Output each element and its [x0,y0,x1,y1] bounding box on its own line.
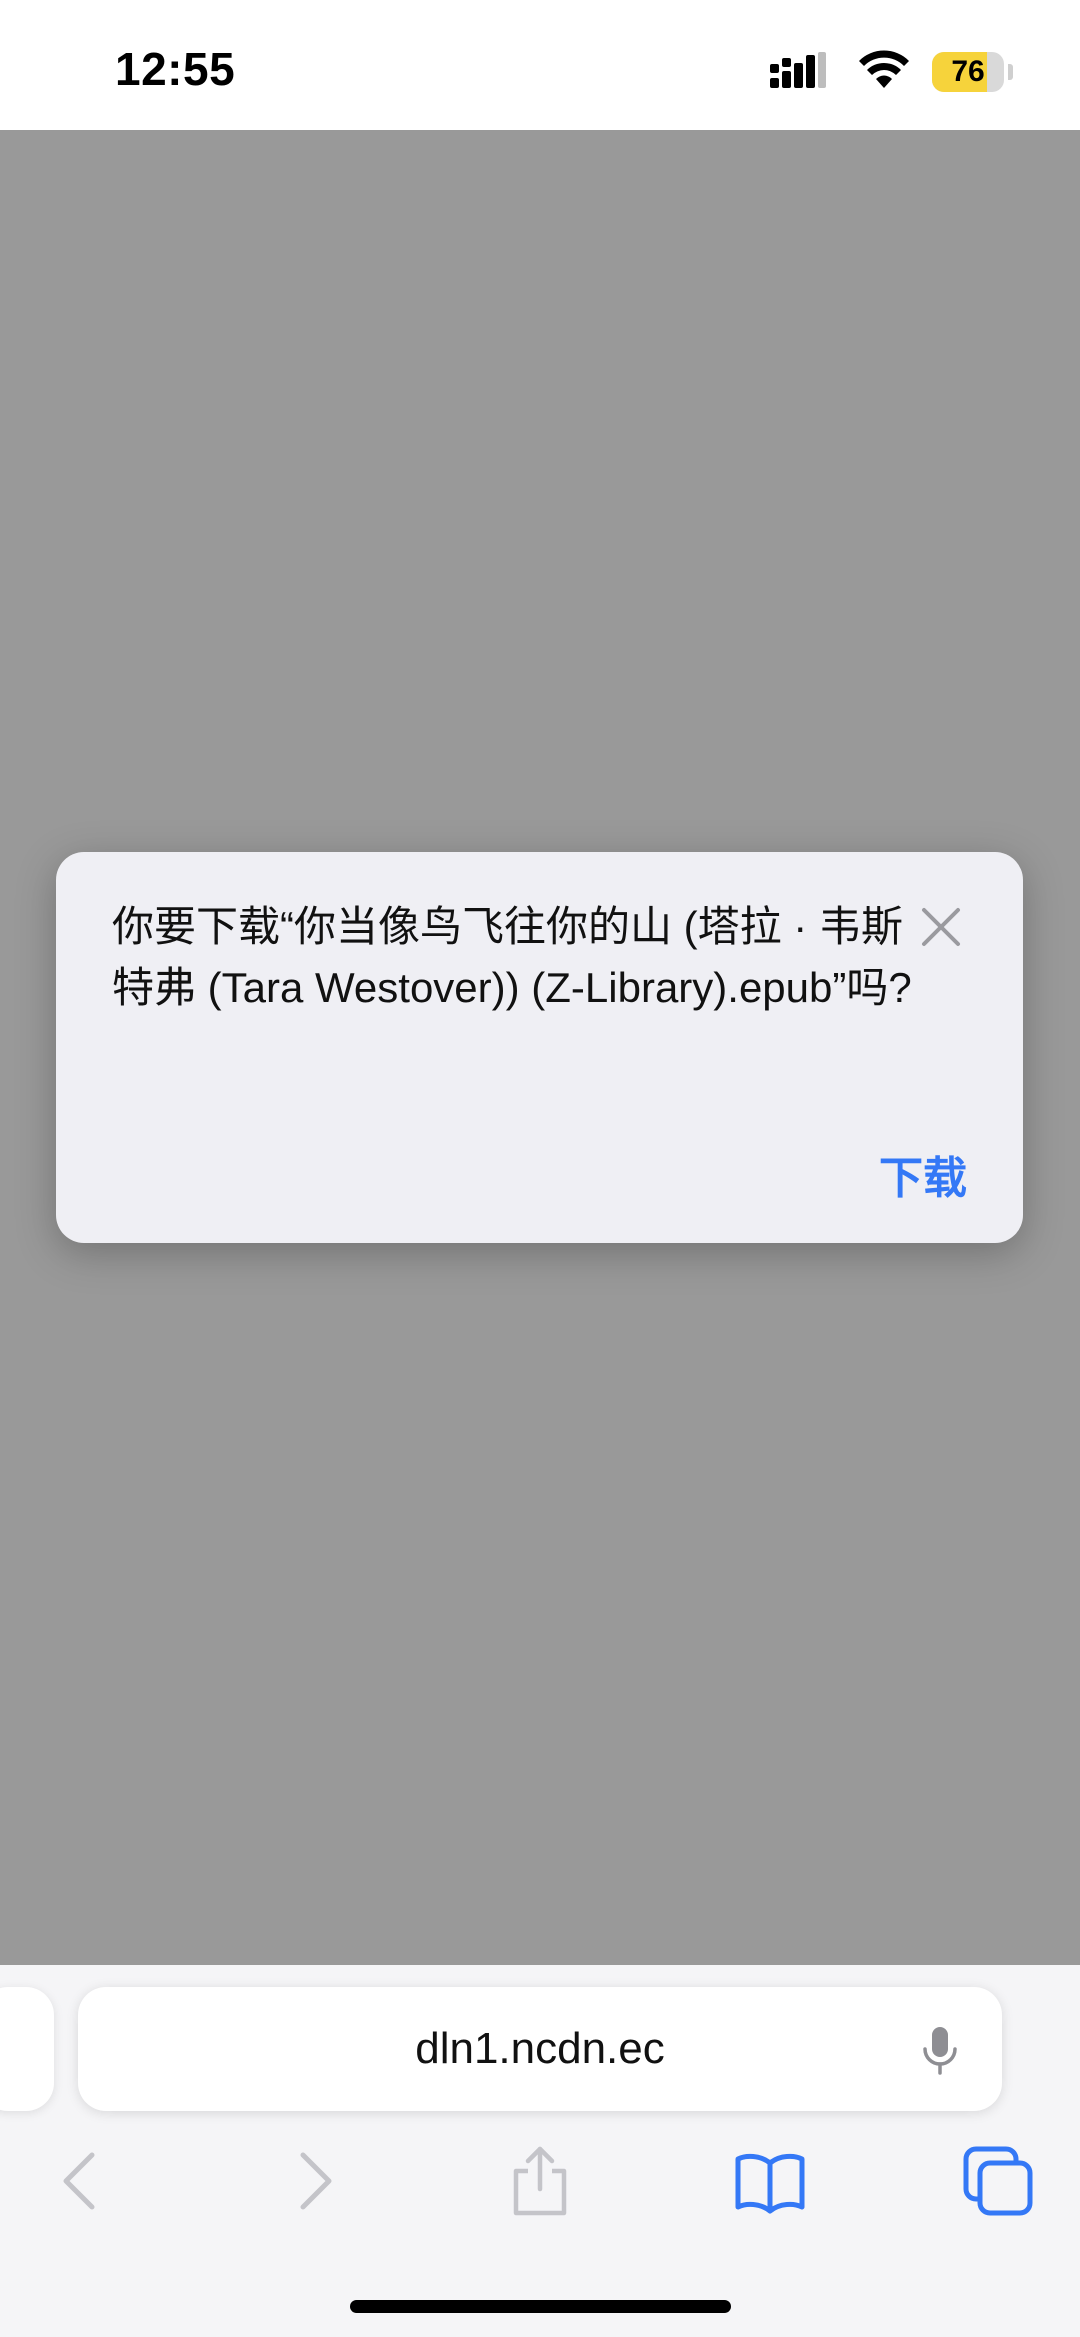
battery-tip [1008,64,1013,80]
microphone-icon[interactable] [920,2025,960,2077]
status-icons: 76 [680,0,1080,130]
share-icon[interactable] [500,2141,580,2221]
download-message: 你要下载“你当像鸟飞往你的山 (塔拉 · 韦斯特弗 (Tara Westover… [112,903,912,1011]
status-time: 12:55 [115,43,236,95]
home-indicator [350,2300,731,2313]
browser-bottom-bar: dln1.ncdn.ec [0,1965,1080,2337]
download-button[interactable]: 下载 [879,1142,967,1206]
close-icon[interactable] [918,904,964,950]
address-bar[interactable]: dln1.ncdn.ec [78,1987,1002,2111]
bookmarks-icon[interactable] [730,2141,810,2221]
battery-icon: 76 [932,52,1004,92]
previous-tab-card[interactable] [0,1987,54,2111]
wifi-icon [859,50,909,88]
forward-icon[interactable] [273,2141,353,2221]
back-icon[interactable] [42,2141,122,2221]
download-dialog: 你要下载“你当像鸟飞往你的山 (塔拉 · 韦斯特弗 (Tara Westover… [56,852,1023,1243]
cellular-signal-icon [770,52,826,88]
battery-level: 76 [951,55,985,88]
address-url[interactable]: dln1.ncdn.ec [78,1987,1002,2111]
tabs-icon[interactable] [958,2141,1038,2221]
status-bar: 12:55 76 [0,0,1080,130]
